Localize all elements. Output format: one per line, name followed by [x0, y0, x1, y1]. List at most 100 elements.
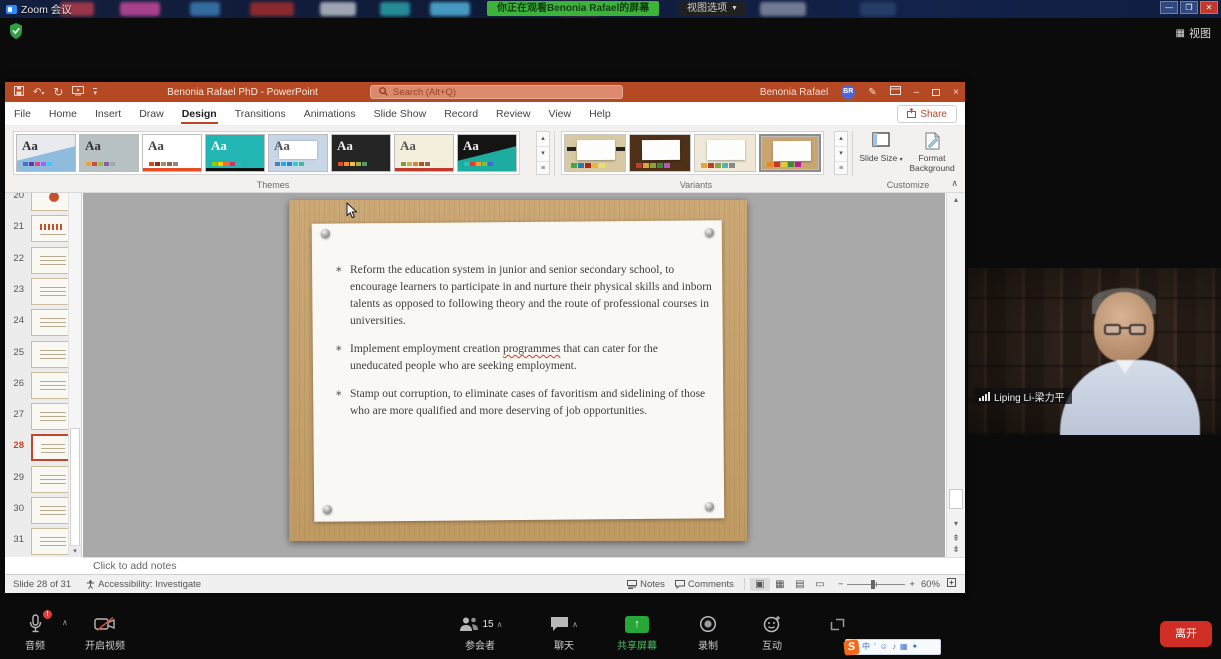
tab-design[interactable]: Design	[173, 102, 226, 125]
tab-animations[interactable]: Animations	[295, 102, 365, 125]
input-method-bar[interactable]: S 中 ’ ☺ ♪ ▦ ✦	[845, 639, 941, 655]
variants-gallery-scroll[interactable]: ▴▾≡	[834, 131, 848, 175]
tab-record[interactable]: Record	[435, 102, 487, 125]
security-shield-icon[interactable]	[9, 23, 23, 44]
save-icon[interactable]	[14, 86, 24, 99]
detach-button[interactable]	[822, 612, 852, 636]
scroll-up-icon[interactable]: ▴	[947, 195, 965, 204]
record-button[interactable]: 录制	[680, 612, 736, 652]
view-options-dropdown[interactable]: 视图选项▼	[679, 1, 746, 16]
pen-icon[interactable]: ✎	[868, 87, 876, 98]
scroll-up-icon[interactable]: ▴	[835, 132, 847, 147]
ribbon-display-options-icon[interactable]	[890, 86, 901, 98]
audio-options-chevron[interactable]: ∧	[62, 618, 68, 627]
slide-area-scrollbar[interactable]: ▴ ▾ ⇞ ⇟	[946, 193, 965, 557]
ppt-minimize-button[interactable]: –	[914, 87, 920, 98]
share-button[interactable]: Share	[897, 105, 957, 123]
scroll-down-icon[interactable]: ▾	[537, 147, 549, 162]
reactions-button[interactable]: 互动	[744, 612, 800, 652]
next-slide-button[interactable]: ⇟	[947, 544, 965, 555]
theme-thumbnail-8[interactable]: Aa	[457, 134, 517, 172]
gallery-more-icon[interactable]: ≡	[537, 162, 549, 176]
tab-file[interactable]: File	[5, 102, 40, 125]
zoom-percentage[interactable]: 60%	[921, 579, 940, 590]
punctuation-icon[interactable]: ’	[874, 640, 876, 654]
tab-slide-show[interactable]: Slide Show	[365, 102, 436, 125]
collapse-ribbon-icon[interactable]: ∧	[951, 178, 958, 189]
join-audio-button[interactable]: ! 音频	[8, 612, 62, 652]
tab-review[interactable]: Review	[487, 102, 539, 125]
themes-gallery-scroll[interactable]: ▴▾≡	[536, 131, 550, 175]
fit-to-window-icon[interactable]	[946, 577, 957, 591]
scroll-up-icon[interactable]: ▴	[537, 132, 549, 147]
scroll-down-icon[interactable]: ▾	[835, 147, 847, 162]
variant-thumbnail-1[interactable]	[564, 134, 626, 172]
theme-thumbnail-5[interactable]: Aa	[268, 134, 328, 172]
slide-size-button[interactable]: Slide Size ▾	[858, 132, 904, 164]
slide-text-content[interactable]: ∗Reform the education system in junior a…	[335, 262, 713, 431]
start-slideshow-icon[interactable]	[72, 86, 84, 99]
participants-button[interactable]: 15 ∧ 参会者	[450, 612, 510, 652]
ppt-restore-button[interactable]	[932, 89, 940, 96]
zoom-slider-thumb[interactable]	[871, 580, 875, 589]
notes-pane[interactable]: Click to add notes	[83, 557, 965, 574]
theme-thumbnail-2[interactable]: Aa	[79, 134, 139, 172]
gallery-more-icon[interactable]: ≡	[835, 162, 847, 176]
chat-button[interactable]: ∧ 聊天	[534, 612, 594, 652]
scrollbar-thumb[interactable]	[70, 428, 80, 554]
sogou-logo[interactable]: S	[843, 639, 859, 655]
toolbox-icon[interactable]: ✦	[912, 640, 919, 654]
participant-video-tile[interactable]: Liping Li-梁力平	[968, 268, 1221, 435]
emoji-icon[interactable]: ☺	[880, 640, 888, 654]
slide-canvas[interactable]: ∗Reform the education system in junior a…	[289, 200, 747, 541]
accessibility-checker[interactable]: Accessibility: Investigate	[81, 579, 206, 590]
scrollbar-thumb[interactable]	[949, 489, 963, 509]
previous-slide-button[interactable]: ⇞	[947, 533, 965, 544]
zoom-slider[interactable]	[847, 578, 905, 590]
scroll-down-icon[interactable]: ▾	[947, 519, 965, 528]
theme-thumbnail-3[interactable]: Aa	[142, 134, 202, 172]
normal-view-button[interactable]: ▣	[750, 578, 770, 591]
search-box[interactable]	[370, 85, 623, 99]
tab-transitions[interactable]: Transitions	[226, 102, 295, 125]
scroll-down-icon[interactable]: ▾	[69, 545, 81, 557]
tab-insert[interactable]: Insert	[86, 102, 130, 125]
format-background-button[interactable]: Format Background	[906, 132, 958, 173]
maximize-button[interactable]: ❒	[1180, 1, 1198, 14]
tab-help[interactable]: Help	[580, 102, 620, 125]
comments-toggle-button[interactable]: Comments	[670, 579, 739, 590]
leave-meeting-button[interactable]: 离开	[1160, 621, 1212, 647]
undo-icon[interactable]: ↶▾	[33, 87, 44, 98]
notes-toggle-button[interactable]: Notes	[622, 579, 670, 590]
theme-thumbnail-1[interactable]: Aa	[16, 134, 76, 172]
participants-options-chevron[interactable]: ∧	[497, 620, 503, 629]
close-button[interactable]: ✕	[1200, 1, 1218, 14]
theme-thumbnail-7[interactable]: Aa	[394, 134, 454, 172]
minimize-button[interactable]: —	[1160, 1, 1178, 14]
slideshow-view-button[interactable]: ▭	[810, 578, 830, 591]
mic-icon[interactable]: ♪	[892, 640, 896, 654]
reading-view-button[interactable]: ▤	[790, 578, 810, 591]
variant-thumbnail-3[interactable]	[694, 134, 756, 172]
thumbnail-panel-scrollbar[interactable]: ▾	[68, 193, 81, 557]
zoom-out-button[interactable]: −	[838, 579, 844, 590]
variant-thumbnail-2[interactable]	[629, 134, 691, 172]
slide-sorter-view-button[interactable]: ▦	[770, 578, 790, 591]
ppt-close-button[interactable]: ×	[953, 87, 959, 98]
slide-editing-area[interactable]: ∗Reform the education system in junior a…	[83, 193, 945, 557]
tab-view[interactable]: View	[539, 102, 580, 125]
variant-thumbnail-4[interactable]	[759, 134, 821, 172]
view-layout-button[interactable]: ▦ 视图	[1176, 25, 1211, 41]
chat-options-chevron[interactable]: ∧	[572, 620, 578, 629]
theme-thumbnail-6[interactable]: Aa	[331, 134, 391, 172]
account-avatar[interactable]: BR	[841, 85, 855, 99]
theme-thumbnail-4[interactable]: Aa	[205, 134, 265, 172]
zoom-in-button[interactable]: +	[909, 579, 915, 590]
tab-draw[interactable]: Draw	[130, 102, 173, 125]
chinese-mode-icon[interactable]: 中	[862, 640, 870, 654]
start-video-button[interactable]: 开启视频	[72, 612, 138, 652]
keyboard-icon[interactable]: ▦	[900, 640, 908, 654]
account-name[interactable]: Benonia Rafael	[760, 87, 828, 98]
share-screen-button[interactable]: ↑ 共享屏幕	[605, 612, 669, 652]
tab-home[interactable]: Home	[40, 102, 86, 125]
